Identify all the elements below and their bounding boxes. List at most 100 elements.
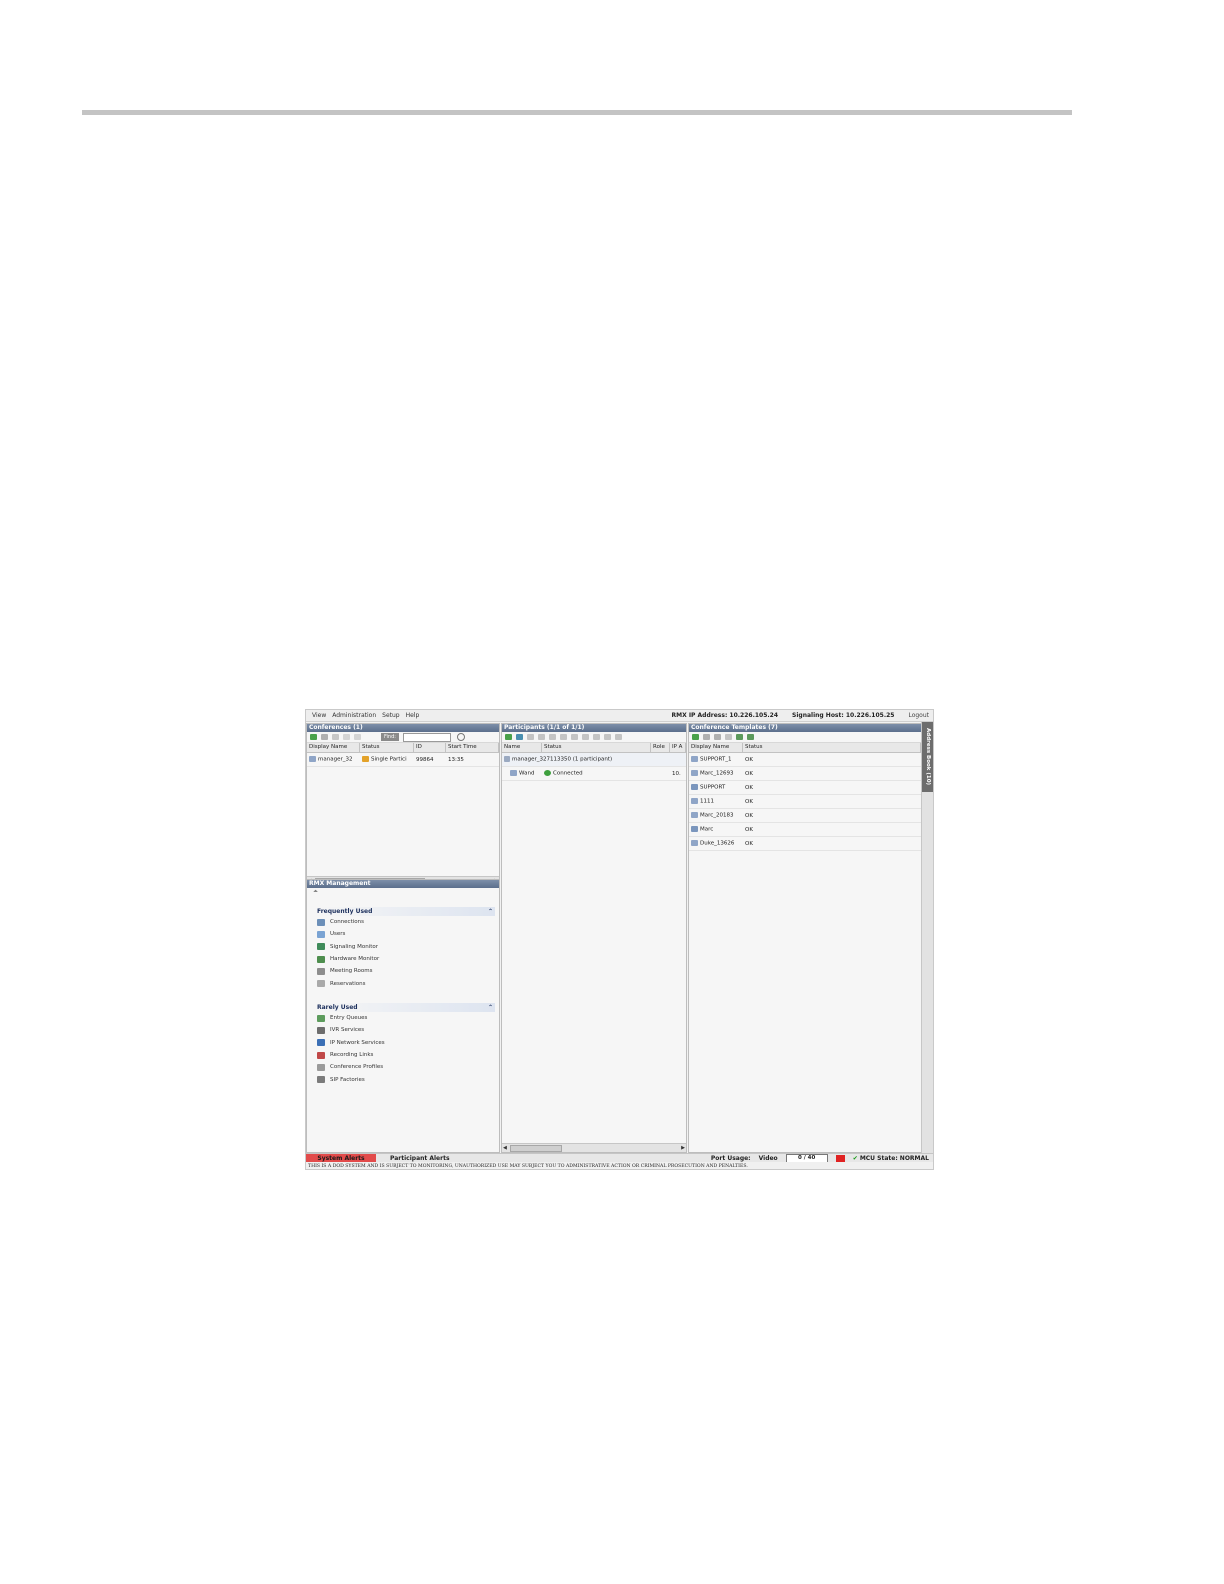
participants-hscrollbar[interactable]: ◀ ▶ bbox=[502, 1143, 686, 1152]
add-from-address-book-icon[interactable] bbox=[516, 734, 523, 740]
collapse-chevron-icon[interactable]: ⌃ bbox=[488, 1004, 493, 1011]
menu-setup[interactable]: Setup bbox=[382, 712, 399, 719]
templates-title: Conference Templates (7) bbox=[689, 724, 921, 732]
template-status: OK bbox=[745, 826, 753, 833]
block-audio-icon[interactable] bbox=[593, 734, 600, 740]
previous-icon[interactable] bbox=[343, 734, 350, 740]
participants-title: Participants (1/1 of 1/1) bbox=[502, 724, 686, 732]
participant-alerts-tab[interactable]: Participant Alerts bbox=[390, 1155, 450, 1162]
menu-help[interactable]: Help bbox=[406, 712, 420, 719]
next-icon[interactable] bbox=[354, 734, 361, 740]
conferences-column-headers: Display Name Status ID Start Time bbox=[307, 743, 499, 753]
conference-properties-icon[interactable] bbox=[332, 734, 339, 740]
mgmt-item-ivr-services[interactable]: IVR Services bbox=[315, 1024, 495, 1036]
top-rule bbox=[82, 110, 1072, 115]
signaling-host: Signaling Host: 10.226.105.25 bbox=[792, 712, 895, 719]
suspend-video-icon[interactable] bbox=[549, 734, 556, 740]
template-name: Duke_13626 bbox=[700, 840, 735, 847]
mgmt-item-reservations[interactable]: Reservations bbox=[315, 977, 495, 989]
port-usage-label: Port Usage: bbox=[710, 1154, 751, 1162]
conference-status: Single Partici bbox=[371, 756, 407, 763]
endpoint-icon bbox=[510, 770, 517, 777]
ip-network-services-icon bbox=[317, 1039, 325, 1047]
participants-column-headers: Name Status Role IP A bbox=[502, 743, 686, 753]
add-participant-icon[interactable] bbox=[505, 734, 512, 740]
delete-conference-icon[interactable] bbox=[321, 734, 328, 740]
column-id[interactable]: ID bbox=[414, 743, 446, 752]
scroll-right-icon[interactable]: ▶ bbox=[681, 1145, 685, 1151]
mgmt-item-conference-profiles[interactable]: Conference Profiles bbox=[315, 1061, 495, 1073]
table-row[interactable]: Marc_12693 OK bbox=[689, 767, 921, 781]
rmx-web-client-window: View Administration Setup Help RMX IP Ad… bbox=[305, 709, 934, 1170]
menu-administration[interactable]: Administration bbox=[332, 712, 376, 719]
port-usage-bar bbox=[835, 1154, 845, 1162]
table-row[interactable]: Duke_13626 OK bbox=[689, 837, 921, 851]
resume-video-icon[interactable] bbox=[560, 734, 567, 740]
find-input[interactable] bbox=[402, 732, 451, 742]
table-row[interactable]: Wand Connected 10. bbox=[502, 767, 686, 781]
conference-templates-pane: Conference Templates (7) Display Name St… bbox=[688, 723, 922, 1153]
table-row[interactable]: Marc OK bbox=[689, 823, 921, 837]
mgmt-item-label: IVR Services bbox=[330, 1027, 365, 1034]
column-ip-address[interactable]: IP A bbox=[670, 743, 686, 752]
column-status[interactable]: Status bbox=[360, 743, 414, 752]
move-icon[interactable] bbox=[604, 734, 611, 740]
reconnect-icon[interactable] bbox=[582, 734, 589, 740]
rarely-used-label: Rarely Used bbox=[317, 1004, 358, 1011]
table-row[interactable]: SUPPORT_1 OK bbox=[689, 753, 921, 767]
search-icon[interactable] bbox=[456, 733, 465, 741]
column-status[interactable]: Status bbox=[542, 743, 651, 752]
table-row[interactable]: manager_32 Single Partici 99864 13:35 bbox=[307, 753, 499, 767]
frequently-used-section: Frequently Used ⌃ Connections Users Sign… bbox=[315, 907, 495, 990]
rarely-used-header[interactable]: Rarely Used ⌃ bbox=[315, 1003, 495, 1012]
participant-properties-icon[interactable] bbox=[615, 734, 622, 740]
column-display-name[interactable]: Display Name bbox=[307, 743, 360, 752]
scroll-thumb[interactable] bbox=[510, 1145, 562, 1152]
template-icon bbox=[691, 798, 698, 805]
port-type: Video bbox=[758, 1154, 778, 1162]
import-template-icon[interactable] bbox=[747, 734, 754, 740]
conference-icon bbox=[309, 756, 316, 763]
delete-template-icon[interactable] bbox=[703, 734, 710, 740]
disconnect-icon[interactable] bbox=[571, 734, 578, 740]
table-row[interactable]: SUPPORT OK bbox=[689, 781, 921, 795]
mgmt-item-meeting-rooms[interactable]: Meeting Rooms bbox=[315, 965, 495, 977]
address-book-label[interactable]: Address Book (10) bbox=[922, 722, 933, 792]
column-name[interactable]: Name bbox=[502, 743, 542, 752]
collapse-icon[interactable]: ⏶ bbox=[307, 888, 499, 897]
table-row[interactable]: 1111 OK bbox=[689, 795, 921, 809]
mute-audio-icon[interactable] bbox=[527, 734, 534, 740]
new-template-icon[interactable] bbox=[692, 734, 699, 740]
mgmt-item-connections[interactable]: Connections bbox=[315, 916, 495, 928]
menu-view[interactable]: View bbox=[312, 712, 326, 719]
frequently-used-header[interactable]: Frequently Used ⌃ bbox=[315, 907, 495, 916]
unmute-audio-icon[interactable] bbox=[538, 734, 545, 740]
mgmt-item-signaling-monitor[interactable]: Signaling Monitor bbox=[315, 941, 495, 953]
mgmt-item-recording-links[interactable]: Recording Links bbox=[315, 1049, 495, 1061]
mgmt-item-entry-queues[interactable]: Entry Queues bbox=[315, 1012, 495, 1024]
conference-start-time: 13:35 bbox=[448, 756, 464, 763]
mgmt-item-sip-factories[interactable]: SIP Factories bbox=[315, 1073, 495, 1085]
template-properties-icon[interactable] bbox=[714, 734, 721, 740]
table-row[interactable]: Marc_20183 OK bbox=[689, 809, 921, 823]
scroll-left-icon[interactable]: ◀ bbox=[503, 1145, 507, 1151]
mgmt-item-hardware-monitor[interactable]: Hardware Monitor bbox=[315, 953, 495, 965]
collapse-chevron-icon[interactable]: ⌃ bbox=[488, 908, 493, 915]
column-status[interactable]: Status bbox=[743, 743, 921, 752]
participants-toolbar bbox=[502, 732, 686, 743]
start-conference-icon[interactable] bbox=[725, 734, 732, 740]
mgmt-item-ip-network-services[interactable]: IP Network Services bbox=[315, 1037, 495, 1049]
logout-link[interactable]: Logout bbox=[908, 712, 929, 719]
template-icon bbox=[691, 812, 698, 819]
mgmt-item-users[interactable]: Users bbox=[315, 928, 495, 940]
users-icon bbox=[317, 930, 325, 938]
new-conference-icon[interactable] bbox=[310, 734, 317, 740]
column-display-name[interactable]: Display Name bbox=[689, 743, 743, 752]
participant-group-row[interactable]: manager_327113350 (1 participant) bbox=[502, 753, 686, 767]
column-role[interactable]: Role bbox=[651, 743, 670, 752]
save-template-icon[interactable] bbox=[736, 734, 743, 740]
template-status: OK bbox=[745, 840, 753, 847]
column-start-time[interactable]: Start Time bbox=[446, 743, 499, 752]
rmx-management-pane: RMX Management ⏶ Frequently Used ⌃ Conne… bbox=[306, 879, 500, 1153]
address-book-tab[interactable]: Address Book (10) bbox=[921, 722, 933, 1169]
